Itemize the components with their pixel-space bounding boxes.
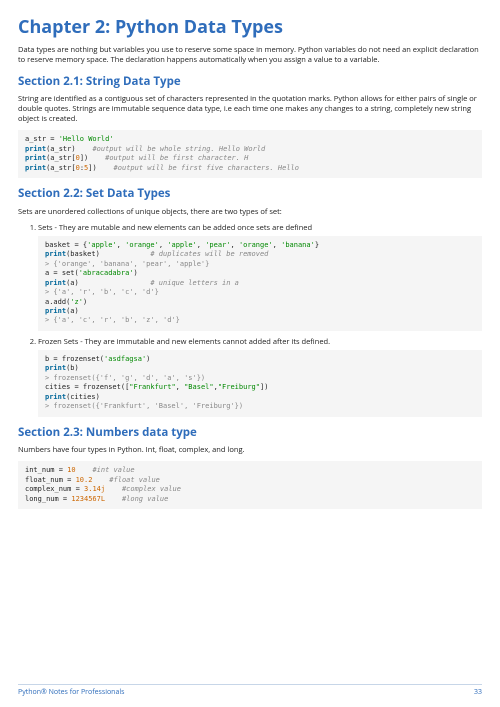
section-2-1-heading: Section 2.1: String Data Type [18, 74, 482, 90]
footer-page-number: 33 [474, 688, 482, 697]
list-item: Frozen Sets - They are immutable and new… [38, 337, 482, 417]
section-2-2-paragraph: Sets are unordered collections of unique… [18, 207, 482, 217]
section-2-1-paragraph: String are identified as a contiguous se… [18, 94, 482, 124]
list-item: Sets - They are mutable and new elements… [38, 223, 482, 331]
section-2-3-heading: Section 2.3: Numbers data type [18, 425, 482, 441]
section-2-3-paragraph: Numbers have four types in Python. Int, … [18, 445, 482, 455]
intro-paragraph: Data types are nothing but variables you… [18, 45, 482, 65]
code-block-numbers: int_num = 10 #int value float_num = 10.2… [18, 461, 482, 509]
section-2-2-heading: Section 2.2: Set Data Types [18, 186, 482, 202]
code-block-set: basket = {'apple', 'orange', 'apple', 'p… [38, 236, 482, 331]
chapter-title: Chapter 2: Python Data Types [18, 15, 482, 39]
page-footer: Python® Notes for Professionals 33 [18, 684, 482, 697]
set-list: Sets - They are mutable and new elements… [38, 223, 482, 417]
code-block-frozenset: b = frozenset('asdfagsa') print(b) > fro… [38, 350, 482, 417]
code-block-string: a_str = 'Hello World' print(a_str) #outp… [18, 130, 482, 178]
footer-left: Python® Notes for Professionals [18, 688, 124, 697]
list-item-text: Frozen Sets - They are immutable and new… [38, 337, 330, 347]
list-item-text: Sets - They are mutable and new elements… [38, 223, 312, 233]
